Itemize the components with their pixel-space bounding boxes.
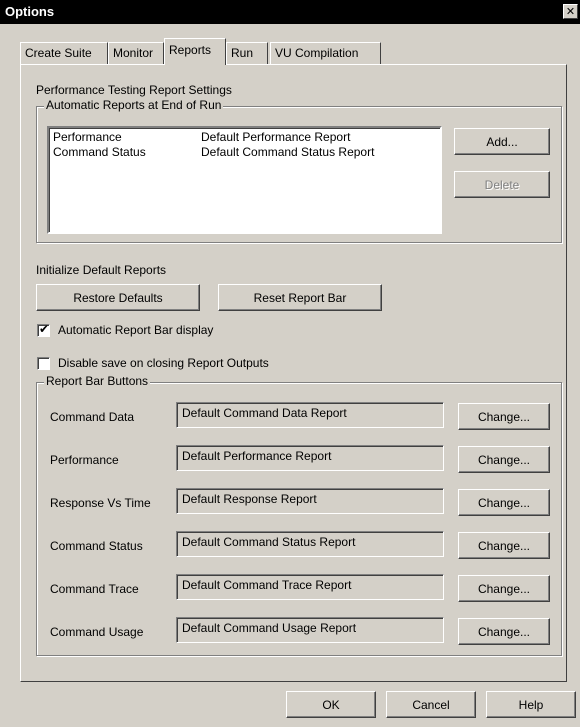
tab-run[interactable]: Run	[226, 42, 268, 64]
options-dialog: Options ✕ Create Suite Monitor Reports R…	[0, 0, 580, 727]
title-bar[interactable]: Options ✕	[0, 0, 580, 24]
help-button[interactable]: Help	[486, 691, 576, 718]
tab-reports[interactable]: Reports	[164, 38, 226, 65]
tab-monitor[interactable]: Monitor	[108, 42, 164, 64]
tab-create-suite[interactable]: Create Suite	[20, 42, 108, 64]
close-icon[interactable]: ✕	[563, 4, 578, 19]
window-title: Options	[5, 4, 55, 19]
tab-vu-compilation[interactable]: VU Compilation	[270, 42, 381, 64]
reports-tab-panel	[20, 64, 567, 682]
cancel-button[interactable]: Cancel	[386, 691, 476, 718]
ok-button[interactable]: OK	[286, 691, 376, 718]
